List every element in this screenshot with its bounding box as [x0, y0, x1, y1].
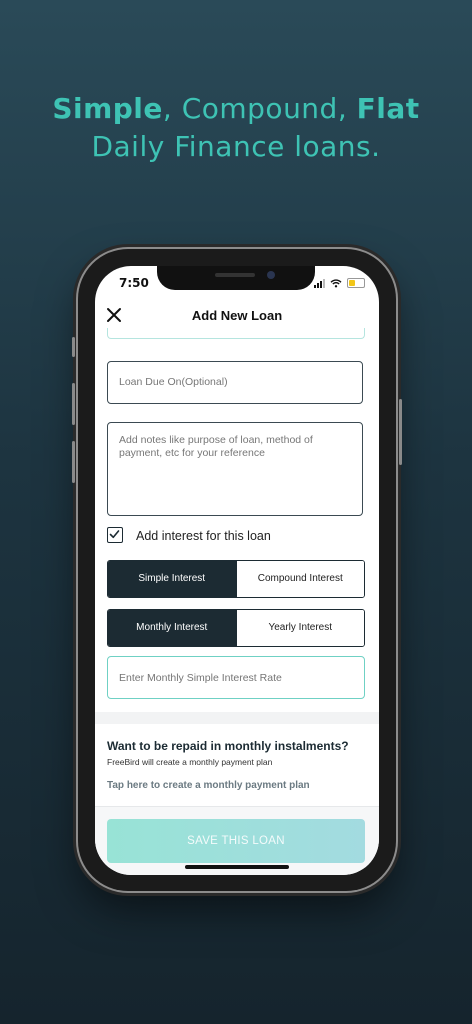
previous-field-edge[interactable] [107, 328, 365, 339]
headline-word-compound: Compound [181, 92, 338, 125]
wifi-icon [330, 278, 342, 287]
status-time: 7:50 [119, 276, 149, 290]
marketing-headline: Simple, Compound, Flat Daily Finance loa… [0, 90, 472, 166]
interest-rate-input[interactable] [107, 656, 365, 699]
volume-down-button [72, 441, 75, 483]
app-screen: 7:50 Add New Loan Loan Due On(Optional) … [95, 266, 379, 875]
headline-line-1: Simple, Compound, Flat [52, 92, 420, 125]
volume-up-button [72, 383, 75, 425]
interest-checkbox-label: Add interest for this loan [136, 529, 271, 543]
simple-interest-option[interactable]: Simple Interest [108, 561, 236, 597]
interest-type-selector: Simple Interest Compound Interest [107, 560, 365, 598]
headline-line-2: Daily Finance loans. [91, 130, 381, 163]
section-divider [95, 712, 379, 724]
mute-switch [72, 337, 75, 357]
signal-icon [314, 278, 325, 288]
notes-field[interactable]: Add notes like purpose of loan, method o… [107, 422, 363, 516]
checkmark-icon [109, 530, 120, 539]
interest-checkbox-row[interactable]: Add interest for this loan [107, 527, 363, 547]
status-icons [314, 278, 365, 288]
home-indicator[interactable] [185, 865, 289, 869]
save-loan-button[interactable]: SAVE THIS LOAN [107, 819, 365, 863]
front-camera [267, 271, 275, 279]
interest-period-selector: Monthly Interest Yearly Interest [107, 609, 365, 647]
headline-word-simple: Simple [52, 92, 163, 125]
repay-heading: Want to be repaid in monthly instalments… [107, 739, 349, 753]
interest-checkbox[interactable] [107, 527, 123, 543]
headline-word-flat: Flat [356, 92, 420, 125]
yearly-interest-option[interactable]: Yearly Interest [235, 610, 364, 646]
power-button [399, 399, 402, 465]
phone-frame: 7:50 Add New Loan Loan Due On(Optional) … [72, 249, 402, 891]
create-payment-plan-link[interactable]: Tap here to create a monthly payment pla… [107, 780, 310, 791]
page-title: Add New Loan [191, 308, 283, 323]
compound-interest-option[interactable]: Compound Interest [235, 561, 364, 597]
battery-icon [347, 278, 365, 288]
monthly-interest-option[interactable]: Monthly Interest [108, 610, 236, 646]
notch [157, 266, 315, 290]
repay-subtitle: FreeBird will create a monthly payment p… [107, 757, 273, 767]
loan-due-date-field[interactable]: Loan Due On(Optional) [107, 361, 363, 404]
